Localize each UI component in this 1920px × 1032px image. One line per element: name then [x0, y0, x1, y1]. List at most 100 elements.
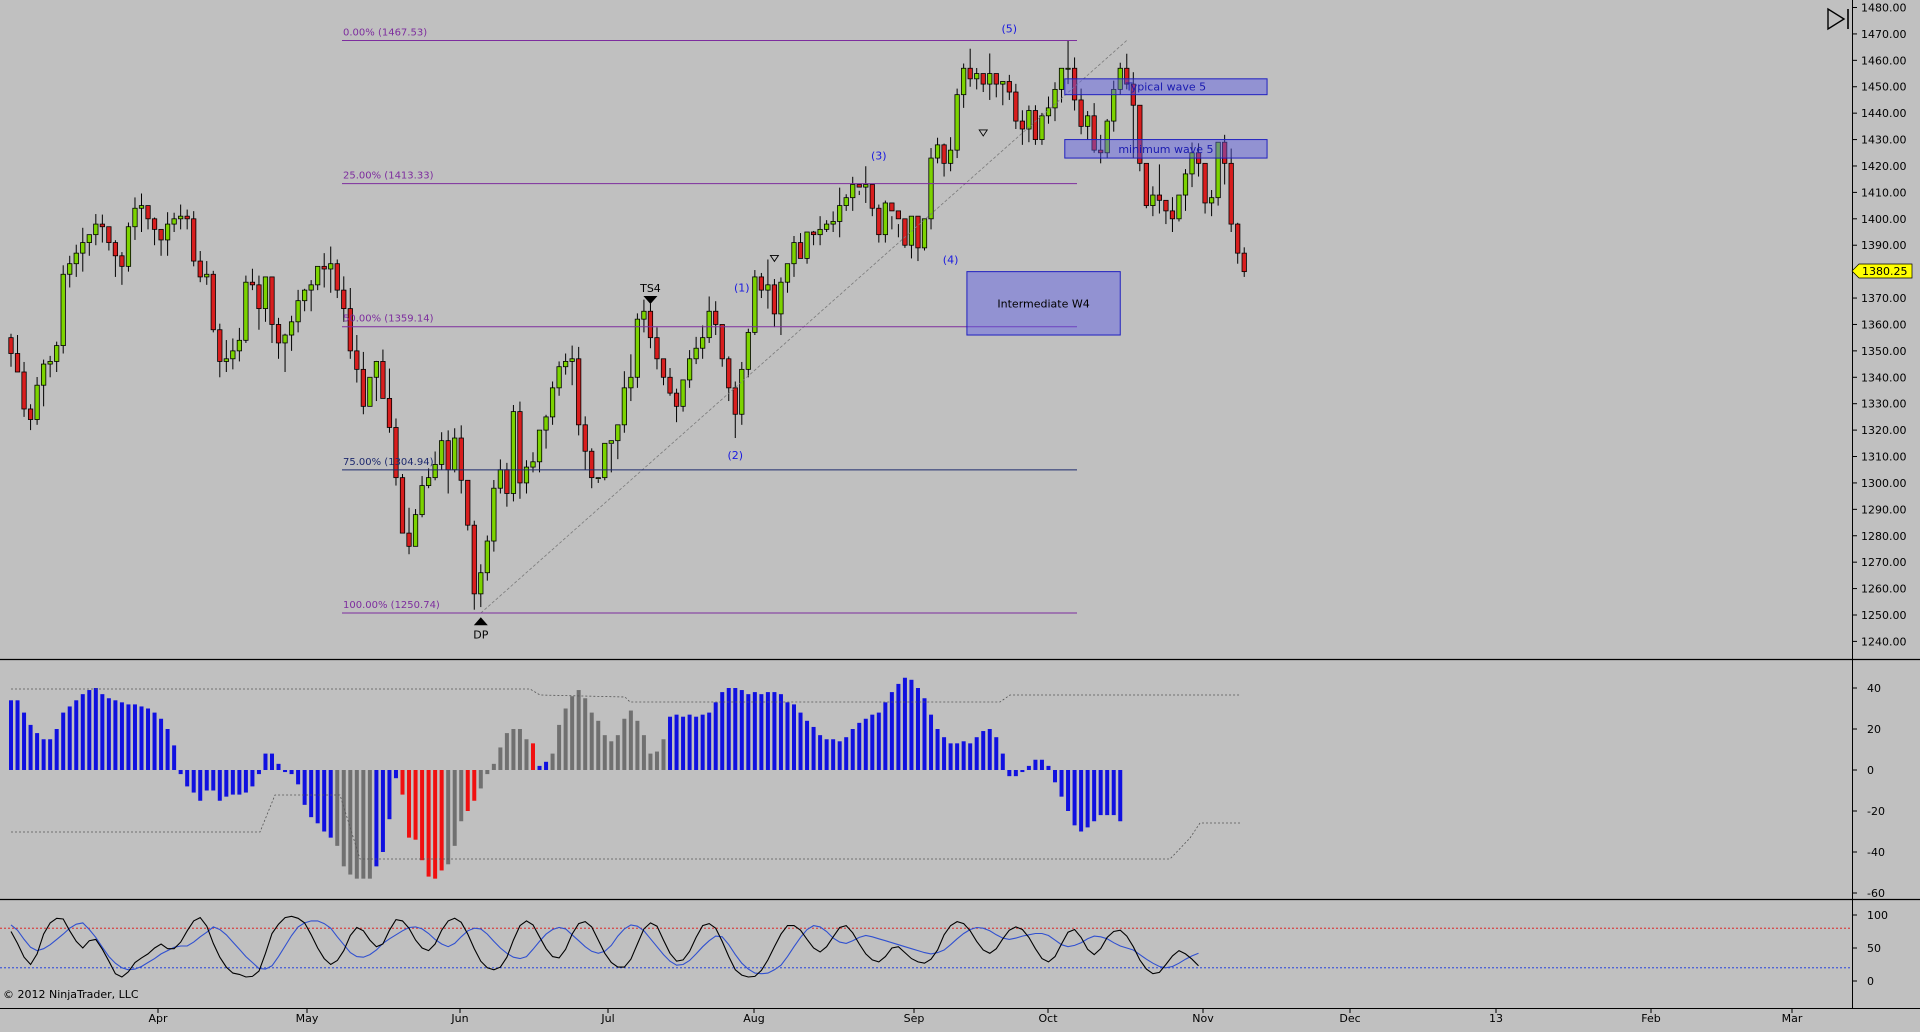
- candle-up: [86, 234, 92, 243]
- osc-bar: [354, 770, 359, 879]
- osc-bar: [178, 770, 183, 775]
- candle-down: [589, 450, 595, 479]
- osc-tick-label: 40: [1867, 682, 1881, 695]
- candle-down: [889, 202, 895, 212]
- osc-bar: [837, 741, 842, 770]
- candle-up: [41, 363, 47, 386]
- candle-up: [954, 94, 960, 151]
- candle-down: [856, 184, 862, 188]
- osc-bar: [609, 741, 614, 770]
- candle-up: [641, 310, 647, 320]
- last-price-label: 1380.25: [1862, 265, 1908, 278]
- wave-label: (4): [943, 254, 959, 267]
- wave-label: (5): [1002, 23, 1018, 36]
- osc-bar: [61, 712, 66, 770]
- osc-bar: [283, 770, 288, 773]
- candle-down: [771, 284, 778, 315]
- candle-up: [843, 197, 849, 207]
- candle-up: [54, 345, 60, 362]
- osc-bar: [668, 716, 673, 770]
- candle-down: [1032, 110, 1039, 140]
- osc-bar: [393, 770, 398, 779]
- candle-up: [804, 231, 810, 259]
- candle-up: [419, 485, 425, 516]
- candle-down: [647, 310, 654, 339]
- osc-bar: [315, 770, 320, 824]
- osc-bar: [511, 729, 516, 770]
- price-tick-label: 1400.00: [1861, 213, 1907, 226]
- osc-tick-label: -60: [1867, 887, 1885, 900]
- osc-bar: [172, 745, 177, 770]
- osc-bar: [1039, 759, 1044, 770]
- candle-up: [295, 300, 301, 323]
- osc-bar: [426, 770, 431, 877]
- candle-up: [497, 469, 503, 489]
- candle-down: [895, 210, 902, 220]
- osc-bar: [805, 720, 810, 770]
- candle-up: [882, 202, 888, 236]
- osc-bar: [792, 704, 796, 770]
- osc-bar: [968, 743, 973, 770]
- osc-bar: [217, 770, 222, 801]
- price-tick-label: 1370.00: [1861, 292, 1907, 305]
- price-tick-label: 1410.00: [1861, 186, 1907, 199]
- candle-down: [99, 223, 105, 228]
- candle-up: [1045, 107, 1052, 117]
- chart-canvas[interactable]: 0.00% (1467.53) 25.00% (1413.33) 50.00% (1…: [0, 0, 1920, 1028]
- osc-bar: [648, 753, 653, 770]
- candle-up: [543, 416, 549, 431]
- candle-up: [282, 334, 288, 344]
- osc-bar: [256, 770, 261, 775]
- candle-up: [595, 477, 601, 480]
- marker-label: DP: [473, 628, 488, 641]
- osc-bar: [67, 706, 72, 770]
- osc-bar: [74, 700, 79, 770]
- osc-bar: [915, 688, 920, 770]
- candle-up: [171, 218, 177, 225]
- candle-down: [406, 532, 412, 547]
- price-tick-label: 1250.00: [1861, 609, 1907, 622]
- x-tick-label: Jun: [450, 1012, 468, 1025]
- price-tick-label: 1240.00: [1861, 635, 1907, 648]
- price-tick-label: 1300.00: [1861, 477, 1907, 490]
- candle-up: [700, 337, 706, 349]
- osc-bar: [35, 733, 40, 770]
- candle-up: [510, 411, 517, 494]
- candle-up: [262, 276, 269, 310]
- x-tick-label: Apr: [148, 1012, 168, 1025]
- fib-level-label: 25.00% (1413.33): [343, 171, 434, 182]
- osc-bar: [707, 712, 712, 770]
- candle-up: [315, 265, 321, 286]
- candle-up: [439, 440, 445, 465]
- osc-bar: [367, 770, 372, 879]
- osc-bar: [446, 770, 451, 865]
- candle-up: [125, 226, 132, 267]
- candle-down: [869, 184, 875, 209]
- osc-bar: [341, 770, 346, 867]
- osc-tick-label: -40: [1867, 846, 1885, 859]
- osc-bar: [896, 683, 901, 770]
- price-tick-label: 1450.00: [1861, 81, 1907, 94]
- osc-bar: [80, 694, 85, 770]
- candle-down: [967, 67, 973, 80]
- x-tick-label: Nov: [1192, 1012, 1214, 1025]
- candle-up: [1150, 194, 1156, 207]
- candle-up: [1000, 81, 1006, 85]
- candle-up: [784, 263, 791, 283]
- osc-bar: [883, 702, 888, 770]
- candle-down: [27, 408, 34, 420]
- candle-up: [1058, 67, 1065, 90]
- candle-up: [1039, 115, 1045, 140]
- osc-tick-label: 0: [1867, 764, 1874, 777]
- x-tick-label: Sep: [904, 1012, 925, 1025]
- price-tick-label: 1340.00: [1861, 371, 1907, 384]
- price-tick-label: 1290.00: [1861, 503, 1907, 516]
- candle-up: [850, 184, 856, 199]
- candle-up: [745, 331, 751, 370]
- fib-level-label: 0.00% (1467.53): [343, 27, 427, 38]
- candle-up: [974, 73, 980, 80]
- osc-bar: [746, 694, 751, 770]
- osc-bar: [289, 770, 294, 775]
- candle-down: [112, 242, 118, 257]
- candle-up: [634, 318, 641, 378]
